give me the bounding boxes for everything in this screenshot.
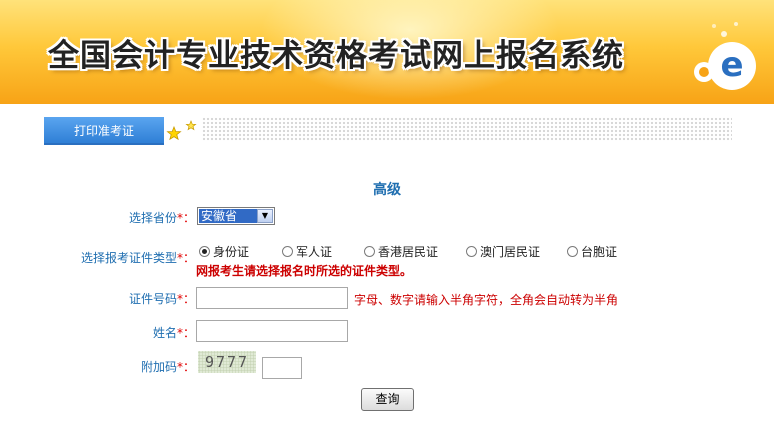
province-label-row: 选择省份*：: [120, 209, 195, 226]
id-number-label-row: 证件号码*：: [110, 290, 195, 307]
radio-unchecked-icon[interactable]: [364, 245, 375, 257]
radio-unchecked-icon[interactable]: [567, 245, 578, 257]
province-select[interactable]: 安徽省 ▼: [197, 207, 275, 225]
star-icon: [166, 120, 197, 141]
id-type-label-row: 选择报考证件类型*：: [75, 249, 195, 266]
radio-macau-card[interactable]: 澳门居民证: [466, 243, 540, 259]
radio-taiwan-card[interactable]: 台胞证: [567, 243, 617, 259]
chevron-down-icon[interactable]: ▼: [257, 209, 273, 223]
required-mark: *：: [176, 211, 195, 225]
captcha-input[interactable]: [262, 357, 302, 379]
required-mark: *：: [176, 251, 195, 265]
captcha-label-row: 附加码*：: [120, 358, 195, 375]
radio-label: 台胞证: [581, 244, 618, 259]
e-logo-icon: e: [694, 22, 756, 90]
id-number-input[interactable]: [196, 287, 348, 309]
logo-letter: e: [720, 45, 743, 85]
radio-hongkong-card[interactable]: 香港居民证: [364, 243, 438, 259]
radio-label: 香港居民证: [378, 244, 439, 259]
radio-id-card[interactable]: 身份证: [199, 243, 249, 259]
name-input[interactable]: [196, 320, 348, 342]
captcha-image[interactable]: 9777: [198, 351, 256, 373]
radio-label: 澳门居民证: [480, 244, 541, 259]
radio-military-card[interactable]: 军人证: [282, 243, 332, 259]
captcha-label: 附加码: [140, 360, 177, 374]
province-selected-value: 安徽省: [199, 209, 257, 223]
page-title: 全国会计专业技术资格考试网上报名系统: [48, 38, 624, 74]
tab-bar: 打印准考证: [44, 117, 732, 145]
required-mark: *：: [176, 326, 195, 340]
exam-level-heading: 高级: [373, 182, 401, 198]
name-label-row: 姓名*：: [120, 324, 195, 341]
id-number-hint: 字母、数字请输入半角字符，全角会自动转为半角: [354, 293, 619, 307]
query-button[interactable]: 查询: [361, 388, 414, 411]
dotted-divider: [202, 117, 732, 141]
id-number-label: 证件号码: [128, 292, 177, 306]
required-mark: *：: [176, 292, 195, 306]
radio-label: 军人证: [296, 244, 333, 259]
radio-unchecked-icon[interactable]: [466, 245, 477, 257]
tab-print-admission-ticket[interactable]: 打印准考证: [44, 117, 164, 145]
id-type-label: 选择报考证件类型: [80, 251, 177, 265]
radio-unchecked-icon[interactable]: [282, 245, 293, 257]
required-mark: *：: [176, 360, 195, 374]
radio-label: 身份证: [213, 244, 250, 259]
province-label: 选择省份: [128, 211, 177, 225]
header-banner: 全国会计专业技术资格考试网上报名系统 e: [0, 0, 774, 104]
name-label: 姓名: [152, 326, 177, 340]
id-type-warning: 网报考生请选择报名时所选的证件类型。: [196, 264, 413, 278]
radio-checked-icon[interactable]: [199, 245, 210, 257]
